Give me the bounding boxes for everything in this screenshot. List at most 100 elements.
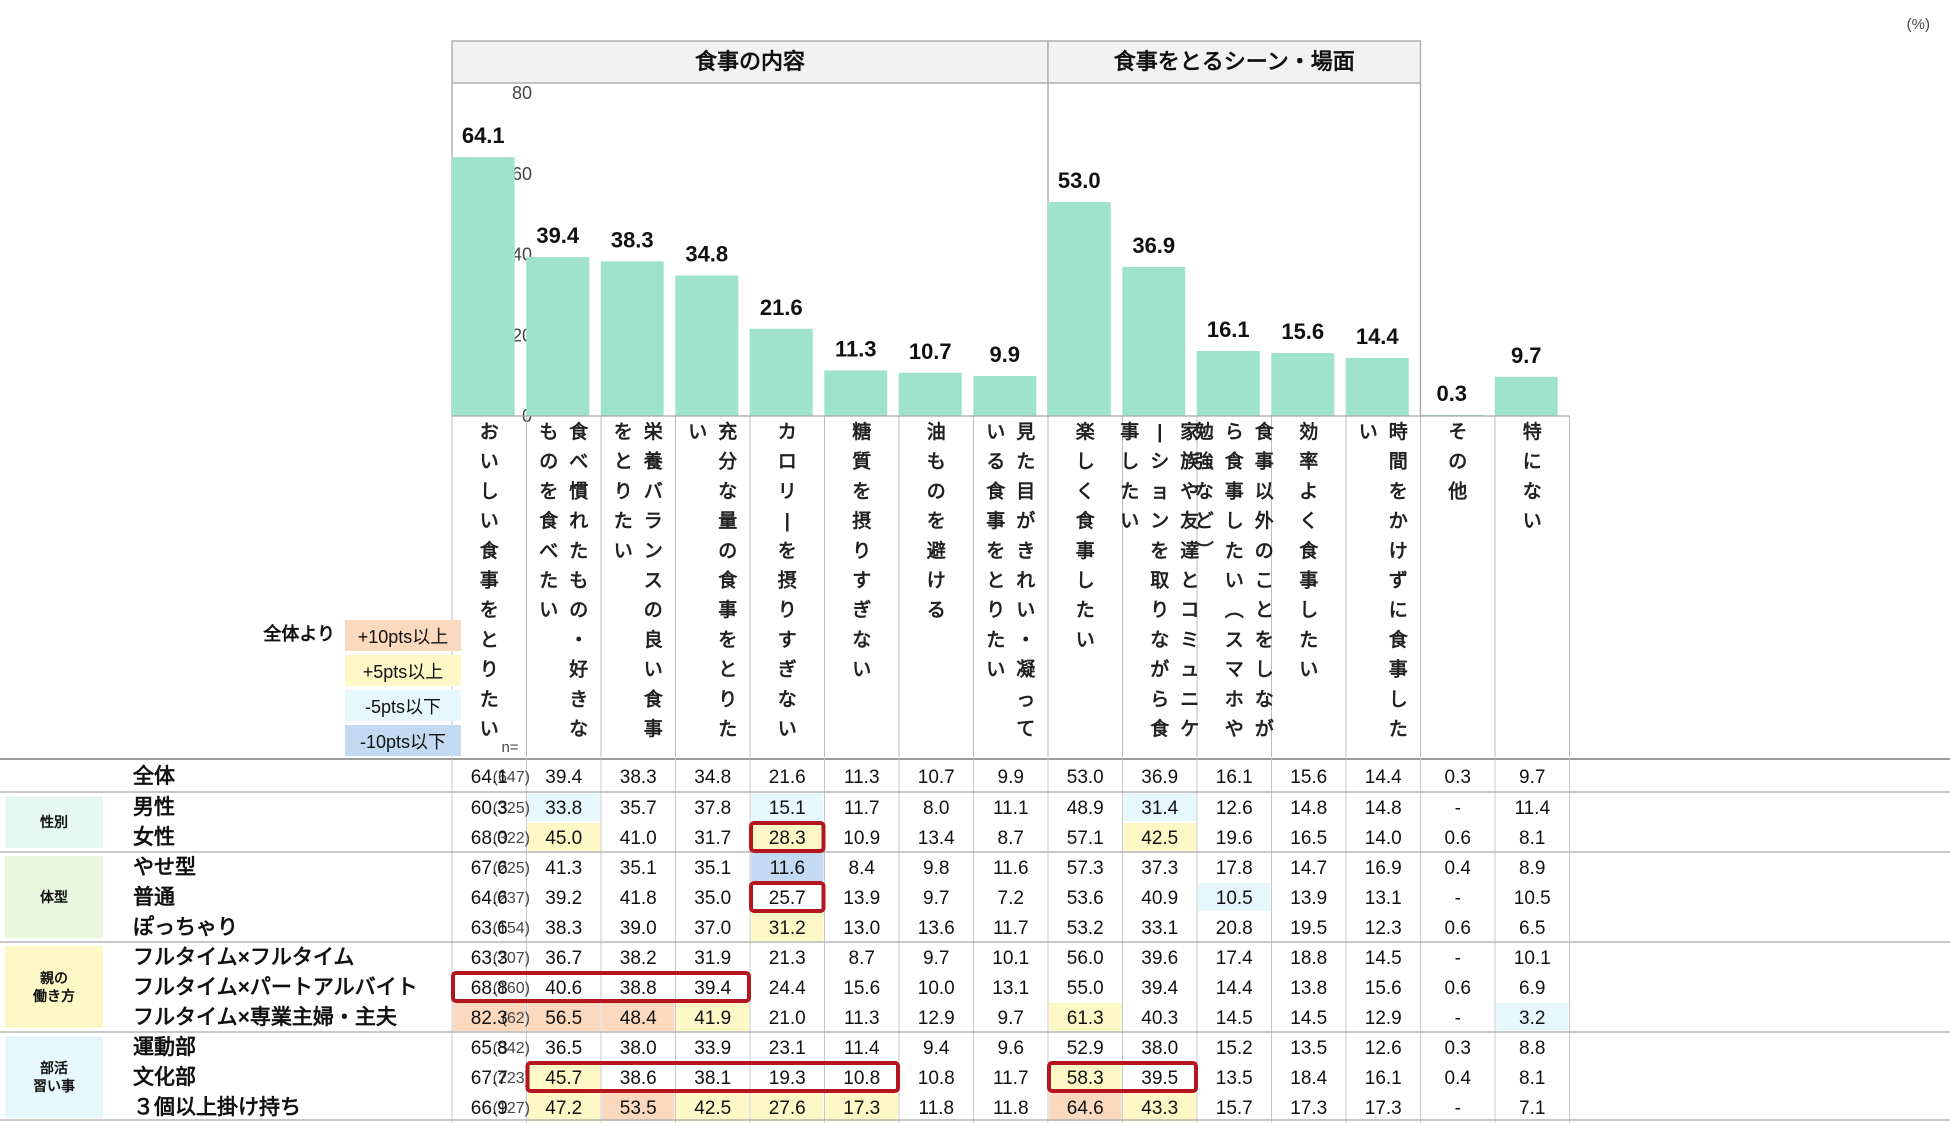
category-char: 慣 [569, 479, 588, 502]
bar-value-label: 34.8 [685, 241, 728, 266]
table-cell: 11.3 [844, 767, 880, 788]
category-char: し [1299, 600, 1318, 621]
table-cell: 45.7 [545, 1068, 582, 1089]
table-cell: 31.9 [694, 948, 731, 969]
bar-10 [1196, 350, 1260, 416]
group-label-box-2 [5, 946, 103, 1028]
bar-value-label: 16.1 [1207, 317, 1250, 342]
table-cell: 58.3 [1067, 1068, 1104, 1089]
table-cell: 47.2 [545, 1098, 582, 1119]
table-cell: 17.3 [843, 1098, 880, 1119]
category-char: た [718, 718, 737, 740]
category-char: ら [1150, 688, 1169, 710]
table-cell: 12.6 [1365, 1038, 1402, 1059]
category-char: な [1150, 629, 1169, 651]
category-char: の [927, 481, 946, 502]
table-cell: 38.0 [1141, 1038, 1178, 1059]
table-cell: 6.5 [1519, 918, 1545, 939]
category-char: い [539, 600, 558, 621]
category-char: 食 [1225, 450, 1245, 473]
table-cell: 68.8 [471, 978, 508, 999]
table-cell: 20.8 [1216, 918, 1253, 939]
category-char: 食 [1389, 628, 1409, 651]
table-cell: 12.9 [918, 1008, 955, 1029]
bar-value-label: 14.4 [1356, 324, 1400, 349]
bar-14 [1494, 376, 1558, 416]
category-char: こ [1255, 571, 1274, 592]
category-char: と [718, 660, 737, 681]
bar-value-label: 39.4 [536, 223, 580, 248]
row-label: 全体 [132, 764, 176, 788]
category-char: な [778, 688, 797, 710]
table-cell: 8.8 [1519, 1038, 1545, 1059]
table-cell: 8.7 [998, 828, 1024, 849]
category-char: ョ [1150, 481, 1169, 502]
category-char: り [480, 660, 499, 681]
table-cell: - [1455, 1008, 1461, 1029]
table-cell: 12.6 [1216, 798, 1253, 819]
table-cell: 10.5 [1216, 888, 1253, 909]
group-label-box-3 [5, 1036, 103, 1118]
table-cell: 38.3 [620, 767, 657, 788]
table-cell: 41.3 [545, 858, 582, 879]
category-char: 食 [986, 479, 1006, 502]
table-cell: 33.1 [1141, 918, 1178, 939]
table-cell: 10.5 [1514, 888, 1551, 909]
table-cell: 15.6 [1365, 978, 1402, 999]
table-cell: - [1455, 798, 1461, 819]
table-cell: 12.9 [1365, 1008, 1402, 1029]
category-char: の [644, 600, 663, 621]
table-cell: 57.1 [1067, 828, 1104, 849]
category-char: し [1120, 452, 1139, 473]
category-char: 他 [1447, 479, 1467, 502]
category-char: と [614, 452, 633, 473]
category-char: 楽 [1076, 420, 1096, 443]
table-cell: 0.6 [1445, 978, 1471, 999]
table-cell: 39.4 [694, 978, 731, 999]
category-char: を [778, 540, 797, 562]
category-char: 好 [568, 658, 588, 681]
category-char: い [688, 422, 707, 443]
category-char: を [986, 540, 1005, 562]
category-label-3: 充分な量の食事をとりた い [688, 420, 738, 740]
table-cell: 33.8 [545, 798, 582, 819]
table-cell: 14.5 [1365, 948, 1402, 969]
category-char: ン [1150, 511, 1169, 532]
table-cell: 60.3 [471, 798, 508, 819]
category-char: な [569, 718, 588, 740]
table-cell: 38.2 [620, 948, 657, 969]
table-cell: 33.9 [694, 1038, 731, 1059]
category-char: い [852, 660, 871, 681]
table-cell: 10.8 [918, 1068, 955, 1089]
category-char: し [480, 481, 499, 502]
table-cell: 64.1 [471, 767, 508, 788]
category-char: 率 [1299, 450, 1318, 473]
category-char: 良 [644, 628, 663, 651]
category-char: た [1076, 599, 1095, 621]
category-char: く [1076, 480, 1095, 502]
table-cell: 11.7 [844, 798, 880, 819]
category-char: ロ [778, 452, 797, 473]
category-char: お [480, 421, 499, 443]
table-cell: 10.1 [1514, 948, 1551, 969]
category-char: ・ [569, 630, 588, 651]
table-cell: 36.5 [545, 1038, 582, 1059]
table-cell: 53.0 [1067, 767, 1104, 788]
bar-value-label: 11.3 [835, 336, 877, 361]
row-label: フルタイム×専業主婦・主夫 [133, 1005, 398, 1029]
category-char: ホ [1225, 689, 1244, 710]
table-cell: 13.1 [992, 978, 1029, 999]
table-cell: 17.3 [1365, 1098, 1402, 1119]
category-char: を [1150, 540, 1169, 562]
table-cell: 11.6 [769, 858, 805, 879]
category-char: 分 [718, 451, 737, 473]
category-label-12: 時間をかけずに食事した い [1359, 421, 1409, 740]
table-cell: 39.0 [620, 918, 657, 939]
table-cell: 42.5 [1141, 828, 1178, 849]
table-cell: 17.8 [1216, 858, 1253, 879]
category-char: 目 [1016, 481, 1035, 502]
table-cell: 13.9 [1290, 888, 1327, 909]
table-cell: 11.7 [993, 1068, 1029, 1089]
table-cell: 36.9 [1141, 767, 1178, 788]
category-char: と [480, 630, 499, 651]
